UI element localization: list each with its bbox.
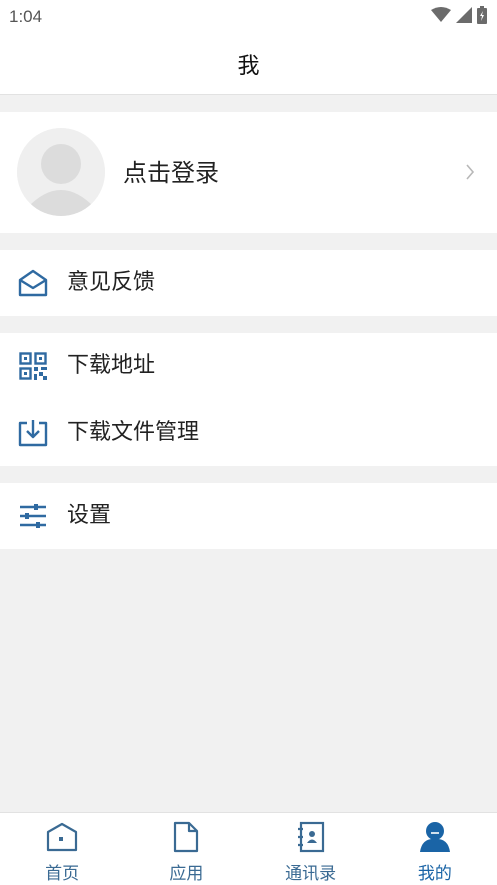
contacts-book-icon xyxy=(294,820,328,854)
person-icon xyxy=(418,820,452,854)
nav-bar: 我 xyxy=(0,34,497,95)
menu-item-label: 意见反馈 xyxy=(67,270,156,295)
menu-item-download-address[interactable]: 下载地址 xyxy=(0,333,497,399)
tab-label: 应用 xyxy=(169,864,204,884)
tab-label: 通讯录 xyxy=(285,864,337,884)
menu-item-label: 设置 xyxy=(67,503,112,528)
user-avatar-icon xyxy=(17,128,105,216)
tab-label: 我的 xyxy=(417,864,452,884)
menu-item-label: 下载文件管理 xyxy=(67,420,200,445)
status-bar: 1:04 xyxy=(0,0,497,34)
login-card[interactable]: 点击登录 xyxy=(0,112,497,233)
status-icons xyxy=(431,6,487,28)
tab-contacts[interactable]: 通讯录 xyxy=(249,813,373,885)
status-time: 1:04 xyxy=(9,7,43,26)
home-icon xyxy=(45,820,79,854)
download-tray-icon xyxy=(18,418,48,448)
sliders-icon xyxy=(18,501,48,531)
menu-item-download-manager[interactable]: 下载文件管理 xyxy=(0,400,497,466)
bottom-tab-bar: 首页 应用 通讯录 我的 xyxy=(0,812,497,885)
document-icon xyxy=(169,820,203,854)
battery-icon xyxy=(477,6,487,28)
download-group: 下载地址 下载文件管理 xyxy=(0,333,497,466)
menu-item-settings[interactable]: 设置 xyxy=(0,483,497,549)
menu-item-feedback[interactable]: 意见反馈 xyxy=(0,250,497,316)
tab-home[interactable]: 首页 xyxy=(0,813,124,885)
tab-mine[interactable]: 我的 xyxy=(373,813,497,885)
wifi-icon xyxy=(431,7,451,27)
signal-icon xyxy=(456,7,472,27)
chevron-right-icon xyxy=(465,163,475,185)
tab-apps[interactable]: 应用 xyxy=(124,813,248,885)
login-label[interactable]: 点击登录 xyxy=(123,158,219,188)
mail-open-icon xyxy=(18,268,48,298)
qr-code-icon xyxy=(18,351,48,381)
tab-label: 首页 xyxy=(45,864,80,884)
page-title: 我 xyxy=(237,54,260,79)
menu-item-label: 下载地址 xyxy=(67,353,156,378)
